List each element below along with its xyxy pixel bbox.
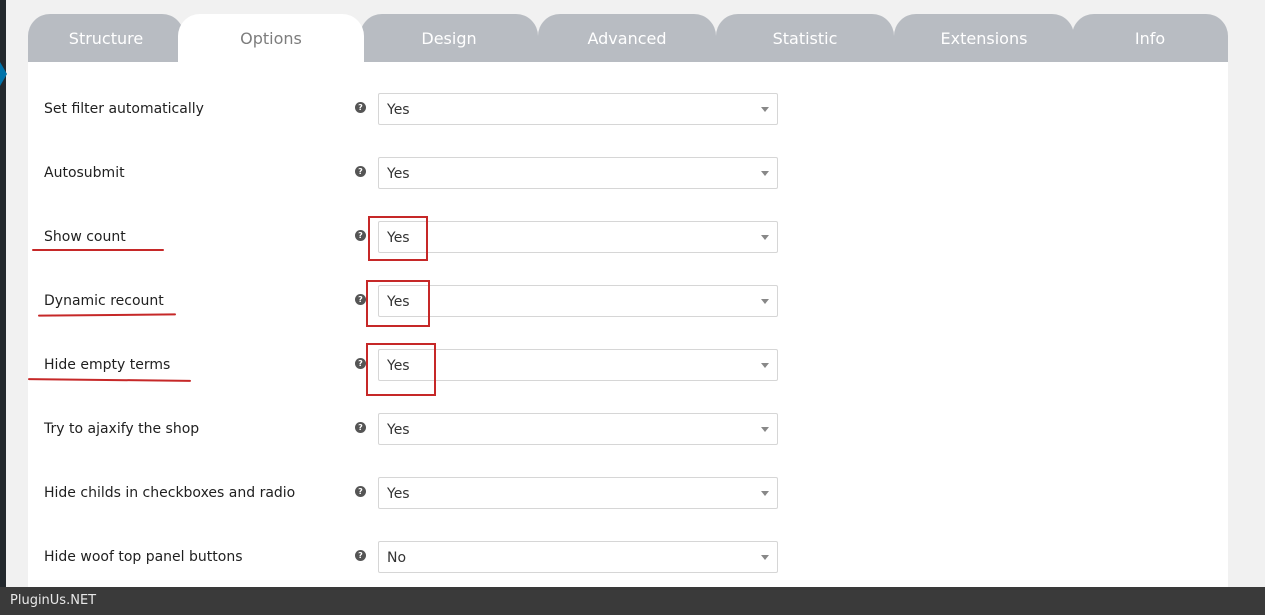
chevron-down-icon xyxy=(761,363,769,368)
chevron-down-icon xyxy=(761,299,769,304)
chevron-down-icon xyxy=(761,491,769,496)
option-row-dynamic-recount: Dynamic recount ? Yes xyxy=(28,285,1228,317)
admin-sidebar-edge xyxy=(0,0,6,587)
set-filter-automatically-select[interactable]: Yes xyxy=(378,93,778,125)
option-label: Try to ajaxify the shop xyxy=(44,421,200,437)
dynamic-recount-select[interactable]: Yes xyxy=(378,285,778,317)
tab-structure[interactable]: Structure xyxy=(28,14,184,62)
tab-extensions[interactable]: Extensions xyxy=(894,14,1074,62)
select-value: Yes xyxy=(387,166,410,182)
chevron-down-icon xyxy=(761,107,769,112)
help-icon[interactable]: ? xyxy=(355,358,366,369)
help-icon[interactable]: ? xyxy=(355,230,366,241)
select-value: No xyxy=(387,550,407,566)
select-value: Yes xyxy=(387,358,410,374)
hide-top-panel-buttons-select[interactable]: No xyxy=(378,541,778,573)
settings-tabs: Structure Options Design Advanced Statis… xyxy=(28,14,1228,62)
chevron-down-icon xyxy=(761,171,769,176)
chevron-down-icon xyxy=(761,427,769,432)
option-label: Hide childs in checkboxes and radio xyxy=(44,485,296,501)
option-label: Autosubmit xyxy=(44,165,125,181)
option-row-autosubmit: Autosubmit ? Yes xyxy=(28,157,1228,189)
autosubmit-select[interactable]: Yes xyxy=(378,157,778,189)
help-icon[interactable]: ? xyxy=(355,422,366,433)
hide-empty-terms-select[interactable]: Yes xyxy=(378,349,778,381)
help-icon[interactable]: ? xyxy=(355,486,366,497)
help-icon[interactable]: ? xyxy=(355,550,366,561)
select-value: Yes xyxy=(387,294,410,310)
option-row-ajaxify-shop: Try to ajaxify the shop ? Yes xyxy=(28,413,1228,445)
option-row-hide-top-panel-buttons: Hide woof top panel buttons ? No xyxy=(28,541,1228,573)
option-row-show-count: Show count ? Yes xyxy=(28,221,1228,253)
option-label: Show count xyxy=(44,229,126,245)
select-value: Yes xyxy=(387,422,410,438)
help-icon[interactable]: ? xyxy=(355,294,366,305)
footer-bar: PluginUs.NET xyxy=(0,587,1265,615)
ajaxify-shop-select[interactable]: Yes xyxy=(378,413,778,445)
select-value: Yes xyxy=(387,230,410,246)
option-row-hide-childs: Hide childs in checkboxes and radio ? Ye… xyxy=(28,477,1228,509)
active-menu-marker xyxy=(0,62,7,86)
tab-design[interactable]: Design xyxy=(360,14,538,62)
tab-advanced[interactable]: Advanced xyxy=(538,14,716,62)
option-row-hide-empty-terms: Hide empty terms ? Yes xyxy=(28,349,1228,381)
select-value: Yes xyxy=(387,102,410,118)
tab-info[interactable]: Info xyxy=(1072,14,1228,62)
option-label: Hide woof top panel buttons xyxy=(44,549,243,565)
footer-brand: PluginUs.NET xyxy=(10,593,97,608)
options-panel: Set filter automatically ? Yes Autosubmi… xyxy=(28,62,1228,587)
screenshot-stage: Structure Options Design Advanced Statis… xyxy=(0,0,1265,615)
help-icon[interactable]: ? xyxy=(355,102,366,113)
select-value: Yes xyxy=(387,486,410,502)
show-count-select[interactable]: Yes xyxy=(378,221,778,253)
tab-statistic[interactable]: Statistic xyxy=(716,14,894,62)
chevron-down-icon xyxy=(761,555,769,560)
option-row-set-filter-automatically: Set filter automatically ? Yes xyxy=(28,93,1228,125)
help-icon[interactable]: ? xyxy=(355,166,366,177)
option-label: Dynamic recount xyxy=(44,293,164,309)
hide-childs-select[interactable]: Yes xyxy=(378,477,778,509)
option-label: Set filter automatically xyxy=(44,101,204,117)
tab-options[interactable]: Options xyxy=(178,14,364,62)
option-label: Hide empty terms xyxy=(44,357,171,373)
chevron-down-icon xyxy=(761,235,769,240)
